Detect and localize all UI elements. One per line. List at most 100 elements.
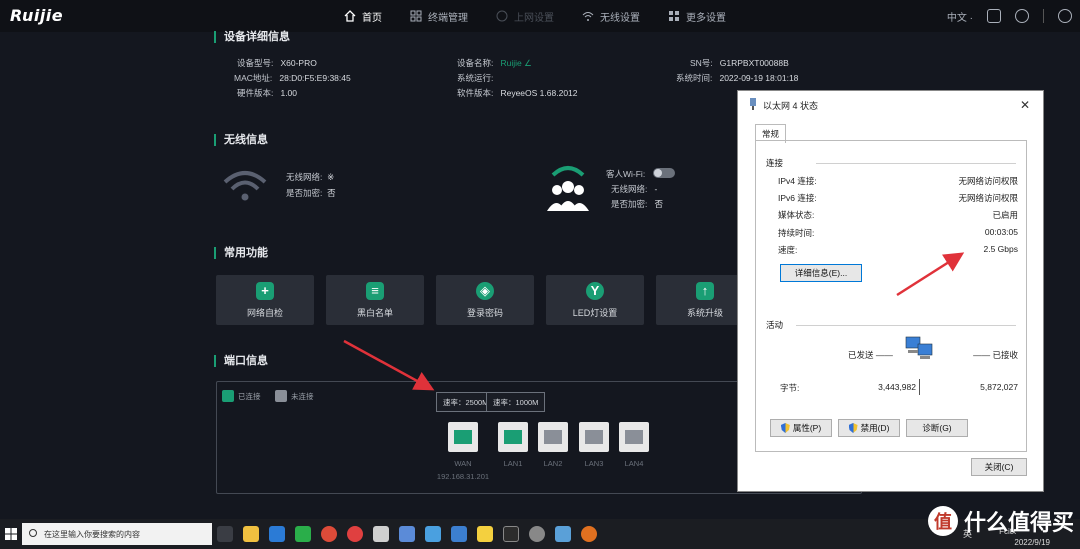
hw-value: 1.00	[280, 88, 298, 98]
taskbar-search[interactable]: 在这里输入你要搜索的内容	[22, 523, 212, 545]
feature-network-check[interactable]: + 网络自检	[216, 275, 314, 325]
guest-wifi-label: 客人Wi-Fi:	[606, 169, 646, 179]
port-wan[interactable]	[448, 422, 478, 452]
watermark-badge: 值	[927, 506, 958, 536]
port-label-lan2: LAN2	[543, 459, 563, 468]
sw-row: 软件版本: ReyeeOS 1.68.2012	[457, 87, 578, 99]
settings-icon[interactable]	[529, 526, 545, 542]
properties-button[interactable]: 属性(P)	[770, 419, 832, 437]
brand-logo[interactable]: Ruijie	[10, 6, 63, 25]
model-row: 设备型号: X60-PRO	[237, 57, 317, 69]
duration-label: 持续时间:	[778, 228, 815, 238]
guest-network-label: 无线网络:	[611, 184, 648, 194]
disable-button[interactable]: 禁用(D)	[838, 419, 900, 437]
nav-wireless[interactable]: 无线设置	[568, 0, 654, 32]
main-nav: 首页 终端管理 上网设置 无线设置 更多设置	[330, 0, 740, 32]
port-label-lan3: LAN3	[584, 459, 604, 468]
nav-terminals-label: 终端管理	[428, 12, 468, 24]
legend-connected-label: 已连接	[238, 391, 261, 401]
sent-label: 已发送 ——	[848, 350, 893, 360]
port-label-lan1: LAN1	[503, 459, 523, 468]
time-value: 2022-09-19 18:01:18	[719, 73, 799, 83]
close-button[interactable]: 关闭(C)	[971, 458, 1027, 476]
shield-icon	[848, 423, 858, 433]
received-label: —— 已接收	[973, 350, 1018, 360]
terminal-icon[interactable]	[503, 526, 519, 542]
wifi-large-icon	[222, 168, 268, 207]
plus-icon: +	[256, 281, 274, 300]
nav-terminals[interactable]: 终端管理	[396, 0, 482, 32]
taskbar-date[interactable]: 2022/9/19	[1014, 538, 1050, 547]
upload-icon: ↑	[696, 281, 714, 300]
nav-more[interactable]: 更多设置	[654, 0, 740, 32]
feature-login-password[interactable]: ◈ 登录密码	[436, 275, 534, 325]
media-label: 媒体状态:	[778, 210, 815, 220]
legend-disconnected: 未连接	[275, 390, 314, 402]
apps-icon	[668, 10, 680, 22]
nav-internet[interactable]: 上网设置	[482, 0, 568, 32]
nav-home-label: 首页	[362, 12, 382, 24]
sticky-notes-icon[interactable]	[477, 526, 493, 542]
alert-icon[interactable]	[1015, 9, 1029, 23]
activity-group-label: 活动	[766, 320, 784, 330]
top-nav-bar: Ruijie 首页 终端管理 上网设置 无线设置 更多设置 中文 ·	[0, 0, 1080, 32]
sn-label: SN号:	[690, 58, 713, 68]
chrome-icon[interactable]	[321, 526, 337, 542]
sn-row: SN号: G1RPBXT00088B	[690, 57, 789, 69]
name-label: 设备名称:	[457, 58, 494, 68]
bulb-icon: Y	[586, 281, 604, 300]
dialog-title: 以太网 4 状态	[763, 100, 819, 111]
feature-label: 黑白名单	[356, 307, 393, 318]
ethernet-port-icon	[585, 430, 603, 444]
disconnected-swatch	[275, 390, 287, 402]
guest-encrypt-label: 是否加密:	[611, 199, 648, 209]
port-label-lan4: LAN4	[624, 459, 644, 468]
task-view-icon[interactable]	[217, 526, 233, 542]
qr-code-icon[interactable]	[987, 9, 1001, 23]
guest-wifi-toggle[interactable]	[653, 168, 675, 178]
app-icon[interactable]	[425, 526, 441, 542]
feature-led[interactable]: Y LED灯设置	[546, 275, 644, 325]
device-name-value[interactable]: Ruijie ∠	[500, 58, 531, 68]
details-button[interactable]: 详细信息(E)...	[780, 264, 862, 282]
search-app-icon[interactable]	[581, 526, 597, 542]
port-lan4[interactable]	[619, 422, 649, 452]
start-button[interactable]	[0, 519, 22, 549]
ipv4-value: 无网络访问权限	[958, 176, 1018, 186]
guest-network-value: -	[654, 184, 658, 194]
port-lan1[interactable]	[498, 422, 528, 452]
wifi-network-label: 无线网络:	[286, 172, 323, 182]
diagnose-button[interactable]: 诊断(G)	[906, 419, 968, 437]
tab-general-panel: 连接 IPv4 连接: 无网络访问权限 IPv6 连接: 无网络访问权限 媒体状…	[755, 140, 1027, 452]
calculator-icon[interactable]	[399, 526, 415, 542]
app-icon[interactable]	[269, 526, 285, 542]
nav-home[interactable]: 首页	[330, 0, 396, 32]
app-icon[interactable]	[347, 526, 363, 542]
network-computers-icon	[904, 335, 936, 366]
app-icon[interactable]	[373, 526, 389, 542]
app-icon[interactable]	[555, 526, 571, 542]
calendar-icon[interactable]	[451, 526, 467, 542]
wechat-icon[interactable]	[295, 526, 311, 542]
user-icon[interactable]	[1058, 9, 1072, 23]
close-icon[interactable]: ✕	[1020, 98, 1030, 112]
language-select[interactable]: 中文 ·	[947, 9, 973, 24]
wifi-encrypt-label: 是否加密:	[286, 188, 323, 198]
speed-value: 2.5 Gbps	[983, 244, 1019, 254]
divider	[1043, 9, 1044, 23]
activity-divider	[919, 379, 920, 395]
port-lan3[interactable]	[579, 422, 609, 452]
top-right-tools: 中文 ·	[947, 0, 1072, 32]
connected-swatch	[222, 390, 234, 402]
nav-internet-label: 上网设置	[514, 12, 554, 24]
globe-icon	[496, 10, 508, 22]
ipv4-label: IPv4 连接:	[778, 176, 817, 186]
file-explorer-icon[interactable]	[243, 526, 259, 542]
wifi-icon	[582, 10, 594, 22]
search-placeholder: 在这里输入你要搜索的内容	[44, 529, 140, 539]
wifi-network-value: ※	[327, 172, 335, 182]
ports-section-title: 端口信息	[214, 355, 268, 367]
port-lan2[interactable]	[538, 422, 568, 452]
feature-blacklist[interactable]: ≡ 黑白名单	[326, 275, 424, 325]
bytes-label: 字节:	[780, 383, 800, 393]
